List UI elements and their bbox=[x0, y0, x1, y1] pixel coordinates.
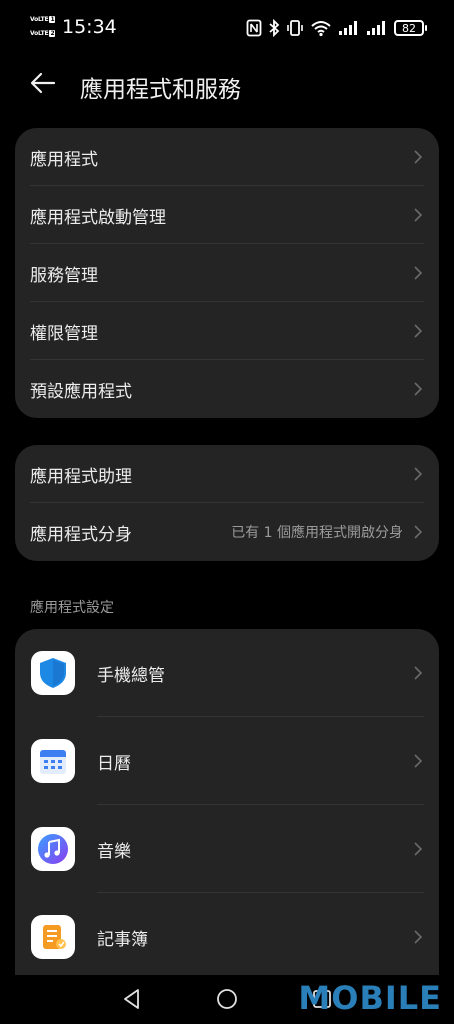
sim2-number: 2 bbox=[49, 30, 56, 37]
battery-indicator: 82 bbox=[394, 20, 427, 36]
chevron-right-icon bbox=[414, 525, 423, 539]
row-apps[interactable]: 應用程式 bbox=[15, 128, 439, 186]
chevron-right-icon bbox=[414, 754, 423, 768]
app-row-music[interactable]: 音樂 bbox=[15, 805, 439, 893]
app-row-phone-manager[interactable]: 手機總管 bbox=[15, 629, 439, 717]
chevron-right-icon bbox=[414, 666, 423, 680]
section-header-app-settings: 應用程式設定 bbox=[30, 600, 114, 616]
page-title: 應用程式和服務 bbox=[80, 77, 241, 103]
chevron-right-icon bbox=[414, 150, 423, 164]
system-nav-bar: MOBILE bbox=[0, 975, 454, 1024]
status-bar: VoLTE 1 VoLTE 2 15:34 82 bbox=[0, 0, 454, 56]
row-app-assistant[interactable]: 應用程式助理 bbox=[15, 445, 439, 503]
settings-group-apps: 應用程式 應用程式啟動管理 服務管理 權限管理 預設應用程式 bbox=[15, 128, 439, 418]
chevron-right-icon bbox=[414, 382, 423, 396]
battery-level: 82 bbox=[402, 21, 416, 35]
status-icons: 82 bbox=[246, 16, 427, 40]
app-label: 記事簿 bbox=[97, 929, 148, 950]
chevron-right-icon bbox=[414, 467, 423, 481]
sim2-indicator: VoLTE 2 bbox=[30, 28, 56, 39]
music-note-icon bbox=[31, 827, 75, 871]
chevron-right-icon bbox=[414, 208, 423, 222]
chevron-right-icon bbox=[414, 930, 423, 944]
row-app-launch[interactable]: 應用程式啟動管理 bbox=[15, 186, 439, 244]
signal-sim2-icon bbox=[367, 21, 385, 35]
row-label: 預設應用程式 bbox=[30, 381, 132, 402]
app-label: 日曆 bbox=[97, 753, 131, 774]
chevron-right-icon bbox=[414, 266, 423, 280]
app-header: 應用程式和服務 bbox=[0, 60, 454, 110]
calendar-icon bbox=[31, 739, 75, 783]
back-arrow-icon[interactable] bbox=[28, 68, 58, 98]
app-label: 音樂 bbox=[97, 841, 131, 862]
chevron-right-icon bbox=[414, 324, 423, 338]
app-row-notepad[interactable]: 記事簿 bbox=[15, 893, 439, 975]
nav-back-icon[interactable] bbox=[120, 987, 144, 1011]
watermark-logo: MOBILE bbox=[298, 979, 442, 1017]
chevron-right-icon bbox=[414, 842, 423, 856]
sim1-number: 1 bbox=[49, 16, 56, 23]
row-value: 已有 1 個應用程式開啟分身 bbox=[231, 525, 403, 541]
shield-icon bbox=[31, 651, 75, 695]
nfc-icon bbox=[246, 19, 262, 37]
row-label: 應用程式 bbox=[30, 149, 98, 170]
app-row-calendar[interactable]: 日曆 bbox=[15, 717, 439, 805]
row-label: 應用程式啟動管理 bbox=[30, 207, 166, 228]
row-permission-manager[interactable]: 權限管理 bbox=[15, 302, 439, 360]
app-settings-list: 手機總管 日曆 音樂 記事簿 bbox=[15, 629, 439, 975]
wifi-icon bbox=[311, 21, 331, 37]
row-label: 應用程式助理 bbox=[30, 466, 132, 487]
settings-group-assistant: 應用程式助理 應用程式分身 已有 1 個應用程式開啟分身 bbox=[15, 445, 439, 561]
sim2-label: VoLTE bbox=[30, 30, 49, 37]
sim1-label: VoLTE bbox=[30, 16, 49, 23]
row-default-apps[interactable]: 預設應用程式 bbox=[15, 360, 439, 418]
bluetooth-icon bbox=[269, 19, 280, 37]
row-label: 應用程式分身 bbox=[30, 524, 132, 545]
row-service-manager[interactable]: 服務管理 bbox=[15, 244, 439, 302]
row-app-twin[interactable]: 應用程式分身 已有 1 個應用程式開啟分身 bbox=[15, 503, 439, 561]
notepad-icon bbox=[31, 915, 75, 959]
vibrate-icon bbox=[287, 20, 303, 36]
sim1-indicator: VoLTE 1 bbox=[30, 14, 56, 25]
nav-home-icon[interactable] bbox=[215, 987, 239, 1011]
clock: 15:34 bbox=[62, 16, 117, 38]
app-label: 手機總管 bbox=[97, 665, 165, 686]
row-label: 服務管理 bbox=[30, 265, 98, 286]
row-label: 權限管理 bbox=[30, 323, 98, 344]
sim-indicators: VoLTE 1 VoLTE 2 bbox=[30, 14, 56, 42]
signal-sim1-icon bbox=[339, 21, 357, 35]
